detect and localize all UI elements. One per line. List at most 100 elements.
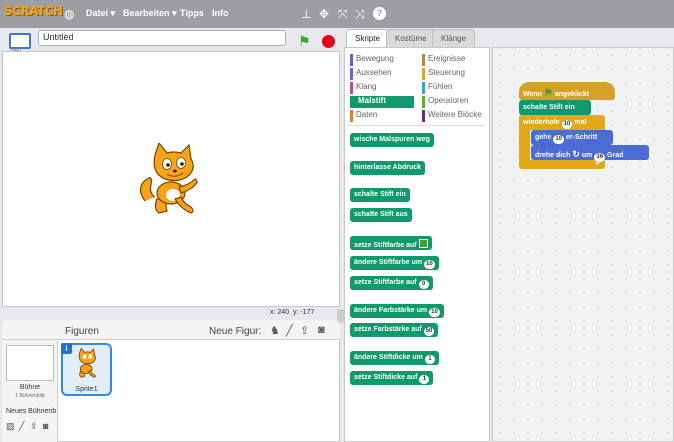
stamp-icon[interactable]: ⊥ (301, 7, 311, 21)
paint-brush-icon[interactable]: ╱ (286, 324, 293, 337)
camera-icon[interactable]: ◙ (318, 324, 325, 336)
category-fühlen[interactable]: Fühlen (422, 82, 486, 94)
palette-block-label: hinterlasse Abdruck (354, 164, 422, 171)
palette-block-label: setze Stiftfarbe auf (354, 242, 417, 249)
move-steps[interactable]: 10 (553, 135, 565, 144)
green-flag-icon[interactable]: ⚑ (298, 33, 311, 50)
turn-label-after: Grad (607, 152, 624, 159)
tab-scripts[interactable]: Skripte (346, 29, 389, 47)
stop-button[interactable] (322, 35, 335, 48)
turn-label-mid: um (581, 152, 593, 159)
palette-block-input[interactable]: 10 (429, 308, 440, 317)
category-label: Steuerung (428, 68, 465, 77)
stage-thumbnail[interactable] (6, 345, 54, 381)
category-label: Daten (356, 110, 378, 119)
palette-block-2[interactable]: schalte Stift ein (350, 188, 410, 202)
palette-block-label: wische Malspuren weg (354, 136, 430, 143)
menu-info[interactable]: Info (212, 8, 229, 18)
project-title-input[interactable]: Untitled (38, 30, 286, 46)
palette-block-9[interactable]: ändere Stiftdicke um 1 (350, 351, 439, 365)
palette-block-7[interactable]: ändere Farbstärke um 10 (350, 304, 444, 318)
coord-y-label: y: (292, 309, 299, 316)
category-label: Fühlen (428, 82, 453, 91)
palette-block-6[interactable]: setze Stiftfarbe auf 0 (350, 276, 433, 290)
palette-block-label: ändere Farbstärke um (354, 307, 428, 314)
category-color-swatch (422, 54, 425, 66)
category-steuerung[interactable]: Steuerung (422, 68, 486, 80)
category-label: Bewegung (356, 54, 394, 63)
palette-block-0[interactable]: wische Malspuren weg (350, 133, 434, 147)
category-label: Klang (356, 82, 377, 91)
move-label-after: er-Schritt (566, 134, 598, 141)
palette-block-3[interactable]: schalte Stift aus (350, 208, 412, 222)
palette-block-input[interactable]: 50 (423, 327, 435, 336)
pen-down-label: schalte Stift ein (523, 104, 575, 111)
category-malstift[interactable]: Malstift (350, 96, 414, 108)
category-ereignisse[interactable]: Ereignisse (422, 54, 486, 66)
color-picker-swatch[interactable] (418, 239, 428, 248)
category-aussehen[interactable]: Aussehen (350, 68, 414, 80)
category-operatoren[interactable]: Operatoren (422, 96, 486, 108)
menu-file[interactable]: Datei ▾ (86, 8, 115, 19)
repeat-block-arm (519, 130, 530, 164)
new-figure-label: Neue Figur: (209, 326, 262, 337)
move-icon[interactable]: ✥ (319, 7, 329, 21)
palette-block-4[interactable]: setze Stiftfarbe auf (350, 236, 432, 250)
stage-name: Bühne (19, 384, 41, 391)
category-color-swatch (422, 82, 425, 94)
turn-degrees[interactable]: 36 (594, 153, 606, 162)
category-label: Malstift (358, 96, 386, 105)
category-label: Operatoren (428, 96, 469, 105)
category-bewegung[interactable]: Bewegung (350, 54, 414, 66)
palette-block-5[interactable]: ändere Stiftfarbe um 10 (350, 256, 439, 270)
palette-block-input[interactable]: 0 (418, 280, 429, 289)
scratch-logo[interactable]: SCRATCH (4, 4, 63, 18)
turn-label-before: drehe dich (535, 152, 571, 159)
tab-costumes[interactable]: Kostüme (386, 29, 436, 47)
backdrop-camera-icon[interactable]: ◙ (43, 421, 48, 431)
palette-block-1[interactable]: hinterlasse Abdruck (350, 161, 426, 175)
when-flag-clicked-block[interactable]: Wenn ⚑ angeklickt (519, 82, 615, 100)
sprite-info-button[interactable]: i (61, 343, 72, 354)
new-backdrop-label: Neues Bühnenb (6, 408, 57, 415)
sprite-name: Sprite1 (75, 386, 98, 393)
category-weitere-blöcke[interactable]: Weitere Blöcke (422, 110, 486, 122)
category-label: Ereignisse (428, 54, 466, 63)
palette-block-8[interactable]: setze Farbstärke auf 50 (350, 323, 439, 337)
sprite-library-icon[interactable]: ♞ (270, 324, 280, 337)
backdrop-count: 1 Bühnenbild (15, 393, 45, 399)
category-color-swatch (422, 68, 425, 80)
coord-x-label: x: (270, 309, 276, 316)
coord-y-value: -177 (300, 309, 315, 316)
pen-down-block[interactable]: schalte Stift ein (519, 100, 591, 115)
repeat-block[interactable]: wiederhole 10 mal (519, 115, 605, 130)
backdrop-library-icon[interactable]: ▨ (6, 421, 15, 432)
cat-sprite[interactable] (137, 143, 209, 219)
backdrop-paint-icon[interactable]: ╱ (19, 421, 24, 432)
globe-icon[interactable]: ◍ (64, 7, 74, 21)
palette-block-input[interactable]: 1 (419, 375, 430, 384)
upload-icon[interactable]: ⇪ (300, 324, 309, 337)
rotate-right-icon: ↻ (572, 149, 580, 159)
turn-block[interactable]: drehe dich ↻ um 36 Grad (531, 145, 649, 162)
tab-sounds[interactable]: Klänge (432, 29, 475, 47)
backdrop-upload-icon[interactable]: ⇪ (30, 421, 38, 432)
menu-edit[interactable]: Bearbeiten ▾ (123, 8, 177, 19)
menu-tips[interactable]: Tipps (180, 8, 204, 18)
category-label: Aussehen (356, 68, 392, 77)
palette-block-input[interactable]: 10 (424, 260, 435, 269)
help-icon[interactable]: ? (373, 7, 386, 20)
presentation-mode-button[interactable] (9, 33, 31, 49)
repeat-count[interactable]: 10 (561, 120, 573, 129)
stage[interactable] (2, 51, 340, 307)
grow-icon[interactable]: ⤧ (338, 7, 348, 22)
palette-block-10[interactable]: setze Stiftdicke auf 1 (350, 371, 434, 385)
category-daten[interactable]: Daten (350, 110, 414, 122)
category-divider (348, 125, 484, 126)
shrink-icon[interactable]: ⤨ (355, 7, 365, 22)
figures-label: Figuren (65, 326, 99, 337)
category-klang[interactable]: Klang (350, 82, 414, 94)
palette-block-label: setze Stiftdicke auf (354, 374, 418, 381)
palette-block-input[interactable]: 1 (424, 355, 435, 364)
move-steps-block[interactable]: gehe 10 er-Schritt (531, 130, 613, 145)
